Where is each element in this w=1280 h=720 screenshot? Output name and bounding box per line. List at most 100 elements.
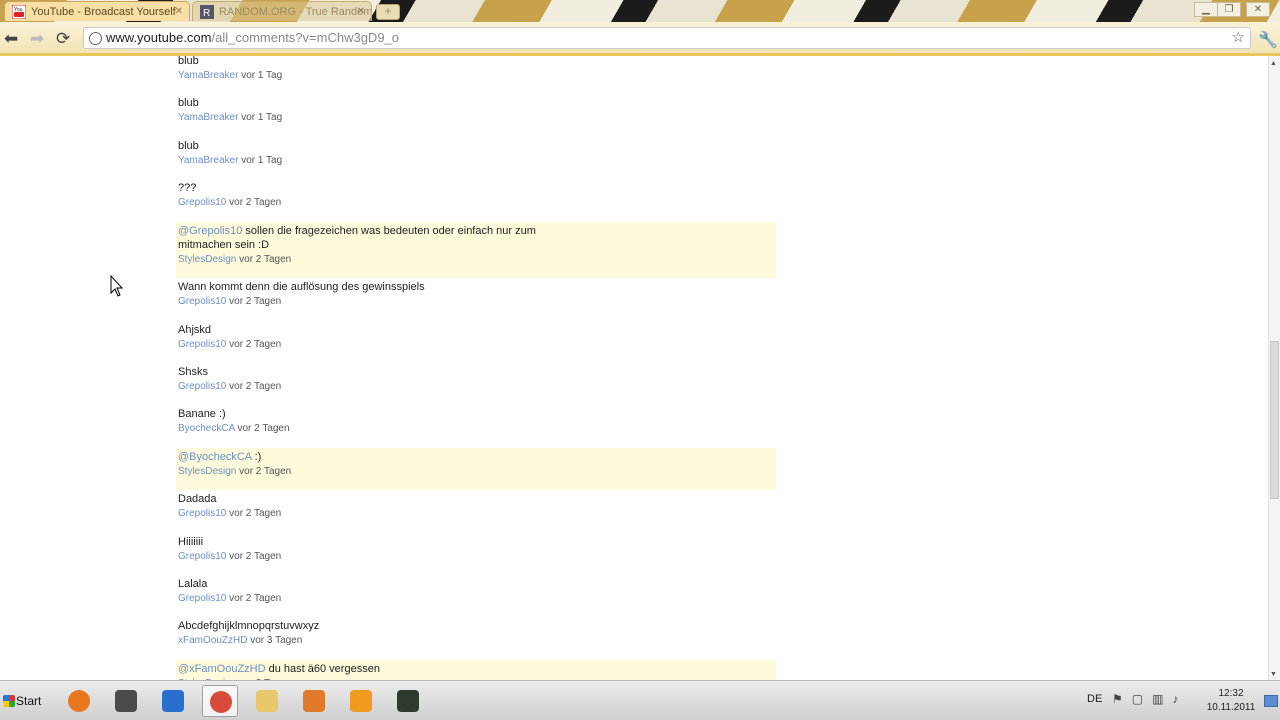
comment-item: @Grepolis10 sollen die fragezeichen was …	[176, 221, 776, 279]
comment-meta: Grepolis10 vor 2 Tagen	[178, 195, 778, 211]
comment-body: Dadada	[178, 493, 217, 506]
comment-meta: YamaBreaker vor 1 Tag	[178, 153, 778, 169]
close-icon[interactable]: ✕	[357, 2, 365, 21]
scrollbar-thumb[interactable]	[1270, 341, 1279, 499]
comment-meta: Grepolis10 vor 2 Tagen	[178, 549, 778, 565]
new-tab-button[interactable]: +	[376, 4, 400, 20]
tab-youtube[interactable]: You YouTube - Broadcast Yourself ✕	[4, 1, 190, 21]
start-label: Start	[16, 694, 42, 708]
comment-item: Banane :) ByocheckCA vor 2 Tagen	[178, 405, 778, 447]
comment-author-link[interactable]: Grepolis10	[178, 339, 226, 350]
comment-text: blub	[178, 139, 778, 153]
comment-text: Wann kommt denn die auflösung des gewins…	[178, 280, 778, 294]
taskbar-app-orange-button[interactable]	[296, 685, 332, 717]
comment-item: ??? Grepolis10 vor 2 Tagen	[178, 179, 778, 221]
taskbar-explorer-button[interactable]	[249, 685, 285, 717]
svg-text:You: You	[14, 7, 23, 13]
media-player-icon	[350, 690, 372, 712]
close-icon[interactable]: ✕	[175, 2, 183, 21]
comment-body: :)	[251, 450, 262, 463]
comment-body: Wann kommt denn die auflösung des gewins…	[178, 281, 425, 294]
comment-body: Abcdefghijklmnopqrstuvwxyz	[178, 620, 320, 633]
bookmark-star-icon[interactable]: ☆	[1232, 28, 1245, 48]
comment-item: Wann kommt denn die auflösung des gewins…	[178, 278, 778, 320]
comment-item: blub YamaBreaker vor 1 Tag	[178, 137, 778, 179]
tab-title: YouTube - Broadcast Yourself	[31, 6, 176, 18]
comment-author-link[interactable]: StylesDesign	[178, 466, 236, 477]
clock-date: 10.11.2011	[1206, 702, 1256, 713]
comment-time: vor 2 Tagen	[229, 338, 282, 350]
language-indicator[interactable]: DE	[1087, 693, 1102, 705]
window-close-button[interactable]: ✕	[1246, 2, 1270, 17]
restore-button[interactable]: ❐	[1217, 2, 1241, 17]
minimize-button[interactable]: ▁	[1194, 2, 1218, 17]
comment-time: vor 1 Tag	[241, 70, 283, 81]
taskbar-chrome-button[interactable]	[202, 685, 238, 717]
comment-author-link[interactable]: YamaBreaker	[178, 112, 238, 123]
start-button[interactable]: Start	[2, 689, 46, 713]
tab-title: RANDOM.ORG - True Random	[219, 6, 372, 18]
taskbar-media-player-button[interactable]	[343, 685, 379, 717]
comment-time: vor 2 Tagen	[229, 592, 282, 604]
wrench-icon[interactable]: 🔧	[1258, 30, 1278, 50]
reload-icon[interactable]: ⟳	[56, 30, 70, 47]
tab-random-org[interactable]: R RANDOM.ORG - True Random ✕	[192, 1, 372, 21]
comment-text: @Grepolis10 sollen die fragezeichen was …	[178, 224, 776, 252]
comment-meta: ByocheckCA vor 2 Tagen	[178, 421, 778, 437]
page-content: blub YamaBreaker vor 1 Tag blub YamaBreaker…	[0, 56, 1268, 680]
system-tray-icons[interactable]: ⚑▢▥♪	[1112, 692, 1187, 706]
vertical-scrollbar[interactable]: ▲ ▼	[1268, 56, 1280, 680]
comment-text: Shsks	[178, 365, 778, 379]
back-arrow-icon[interactable]: ⬅	[4, 30, 18, 47]
comment-time: vor 2 Tagen	[229, 380, 282, 392]
taskbar-steam-button[interactable]	[108, 685, 144, 717]
comment-author-link[interactable]: Grepolis10	[178, 381, 226, 392]
mention-link[interactable]: @ByocheckCA	[178, 451, 252, 463]
comment-author-link[interactable]: Grepolis10	[178, 508, 226, 519]
comment-text: @xFamOouZzHD du hast ä60 vergessen	[178, 662, 776, 676]
svg-text:R: R	[203, 8, 210, 19]
taskbar-firefox-button[interactable]	[61, 685, 97, 717]
comment-author-link[interactable]: Grepolis10	[178, 551, 226, 562]
comment-item: Shsks Grepolis10 vor 2 Tagen	[178, 363, 778, 405]
comment-author-link[interactable]: YamaBreaker	[178, 70, 238, 81]
mention-link[interactable]: @xFamOouZzHD	[178, 663, 266, 675]
forward-arrow-icon[interactable]: ➡	[30, 30, 44, 47]
comment-author-link[interactable]: YamaBreaker	[178, 155, 238, 166]
comment-body: Hiiiiiii	[178, 535, 204, 548]
comment-meta: Grepolis10 vor 2 Tagen	[178, 591, 778, 607]
comment-author-link[interactable]: ByocheckCA	[178, 423, 235, 434]
comment-author-link[interactable]: Grepolis10	[178, 296, 226, 307]
youtube-favicon-icon: You	[12, 5, 26, 19]
comment-body: du hast ä60 vergessen	[265, 662, 380, 675]
taskbar-itunes-button[interactable]	[155, 685, 191, 717]
comment-author-link[interactable]: xFamOouZzHD	[178, 635, 247, 646]
comment-author-link[interactable]: StylesDesign	[178, 254, 236, 265]
comment-text: Lalala	[178, 577, 778, 591]
comment-meta: StylesDesign vor 2 Tagen	[178, 252, 776, 268]
comment-time: vor 2 Tagen	[239, 253, 292, 265]
clock[interactable]: 12:32 10.11.2011	[1200, 687, 1262, 715]
comment-text: Hiiiiiii	[178, 535, 778, 549]
url-host: www.youtube.com	[106, 30, 212, 45]
scroll-up-icon[interactable]: ▲	[1270, 60, 1277, 67]
random-org-favicon-icon: R	[200, 5, 214, 19]
globe-icon	[89, 32, 102, 45]
show-desktop-button[interactable]	[1264, 695, 1278, 707]
browser-toolbar: ⬅ ➡ ⟳ www.youtube.com/all_comments?v=mCh…	[0, 22, 1280, 56]
comment-time: vor 1 Tag	[241, 154, 283, 166]
comment-author-link[interactable]: Grepolis10	[178, 197, 226, 208]
comment-author-link[interactable]: Grepolis10	[178, 593, 226, 604]
comment-item: @ByocheckCA :) StylesDesign vor 2 Tagen	[176, 447, 776, 491]
comment-item: blub YamaBreaker vor 1 Tag	[178, 56, 778, 94]
comment-time: vor 2 Tagen	[229, 197, 282, 209]
comment-body: Shsks	[178, 365, 208, 378]
address-bar[interactable]: www.youtube.com/all_comments?v=mChw3gD9_…	[83, 27, 1251, 49]
taskbar-app-dark-button[interactable]	[390, 685, 426, 717]
scroll-down-icon[interactable]: ▼	[1270, 671, 1277, 678]
comment-time: vor 2 Tagen	[237, 423, 290, 435]
mention-link[interactable]: @Grepolis10	[178, 225, 242, 237]
comment-meta: StylesDesign vor 2 Tagen	[178, 464, 776, 480]
comment-text: ???	[178, 181, 778, 195]
comments-list: blub YamaBreaker vor 1 Tag blub YamaBreaker…	[176, 56, 778, 680]
